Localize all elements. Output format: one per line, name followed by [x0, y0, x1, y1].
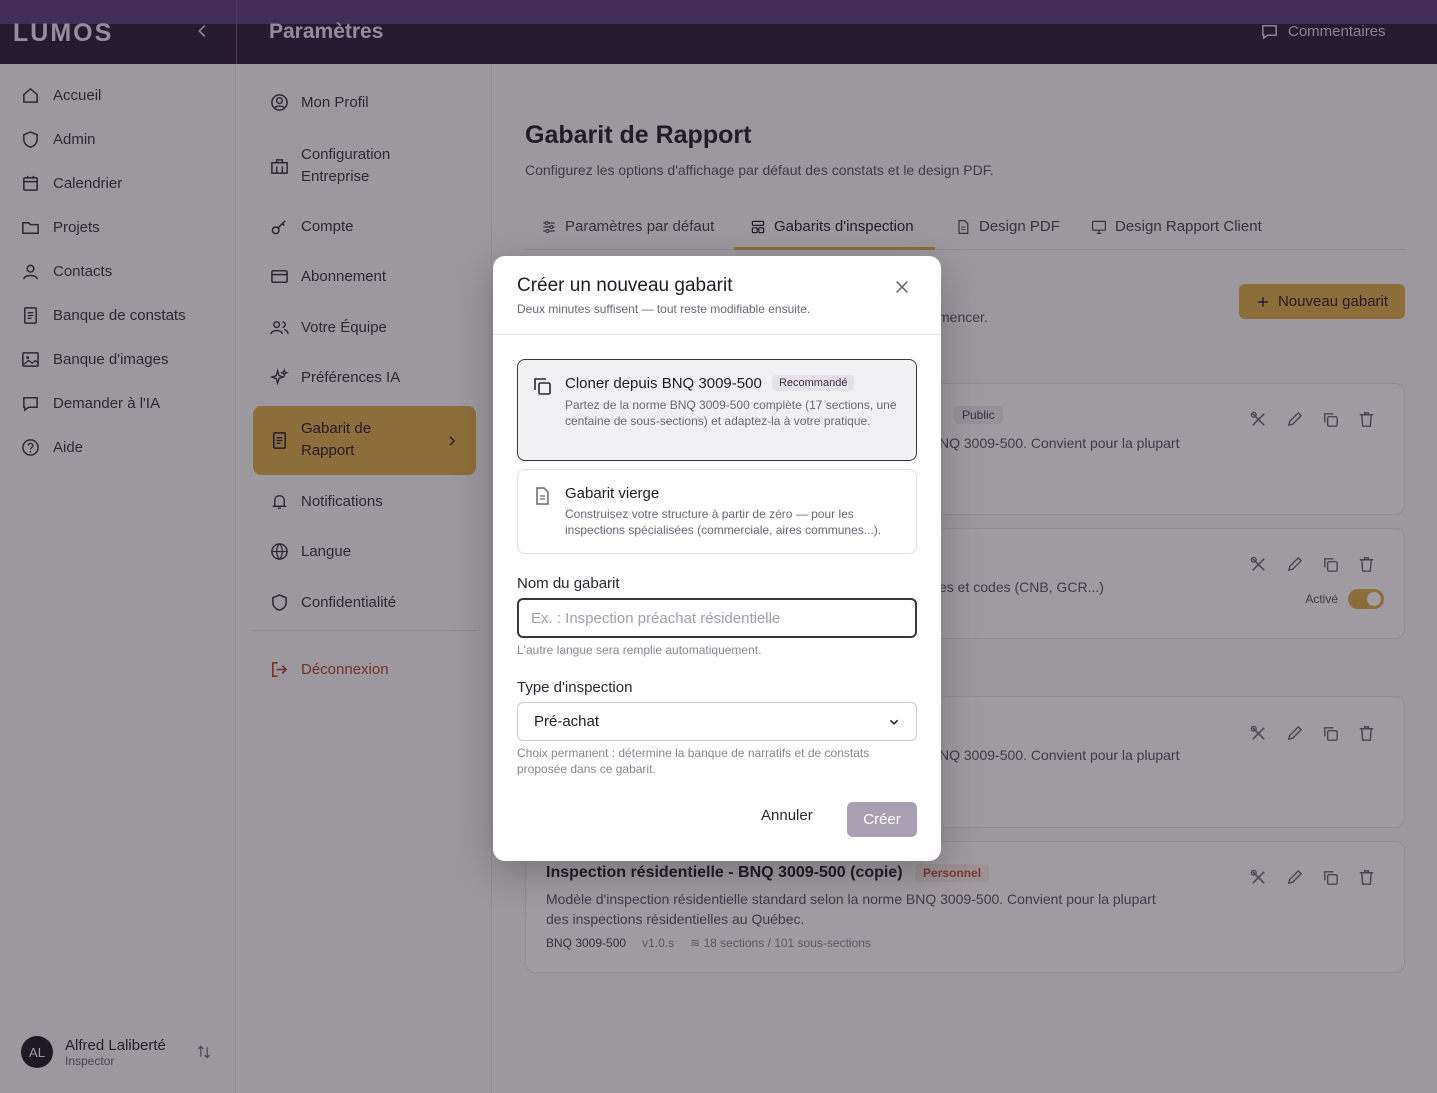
inspection-type-select[interactable]: Pré-achat: [517, 702, 917, 741]
chevron-down-icon: [889, 719, 899, 725]
dialog-subtitle: Deux minutes suffisent — tout reste modi…: [517, 302, 811, 316]
option-description: Construisez votre structure à partir de …: [565, 507, 882, 537]
create-template-dialog: Créer un nouveau gabarit Deux minutes su…: [493, 256, 941, 861]
option-title: Cloner depuis BNQ 3009-500 Recommandé: [565, 375, 855, 392]
option-description: Partez de la norme BNQ 3009-500 complète…: [565, 398, 897, 428]
close-icon[interactable]: [893, 278, 911, 296]
option-title: Gabarit vierge: [565, 485, 660, 502]
inspection-type-label: Type d'inspection: [517, 679, 633, 696]
cancel-button[interactable]: Annuler: [761, 807, 813, 824]
option-blank-template[interactable]: Gabarit vierge Construisez votre structu…: [517, 469, 917, 554]
file-icon: [536, 487, 549, 505]
inspection-type-hint: Choix permanent : détermine la banque de…: [517, 746, 870, 776]
option-clone-bnq[interactable]: Cloner depuis BNQ 3009-500 Recommandé Pa…: [517, 359, 917, 461]
recommended-badge: Recommandé: [771, 375, 855, 391]
template-name-input[interactable]: [517, 598, 917, 638]
create-button[interactable]: Créer: [847, 802, 917, 837]
dialog-divider: [493, 334, 941, 335]
template-name-label: Nom du gabarit: [517, 575, 620, 592]
template-name-hint: L'autre langue sera remplie automatiquem…: [517, 643, 762, 657]
dialog-title: Créer un nouveau gabarit: [517, 275, 733, 296]
option-title-text: Cloner depuis BNQ 3009-500: [565, 375, 762, 392]
copy-icon: [534, 378, 551, 395]
inspection-type-value: Pré-achat: [534, 713, 600, 730]
